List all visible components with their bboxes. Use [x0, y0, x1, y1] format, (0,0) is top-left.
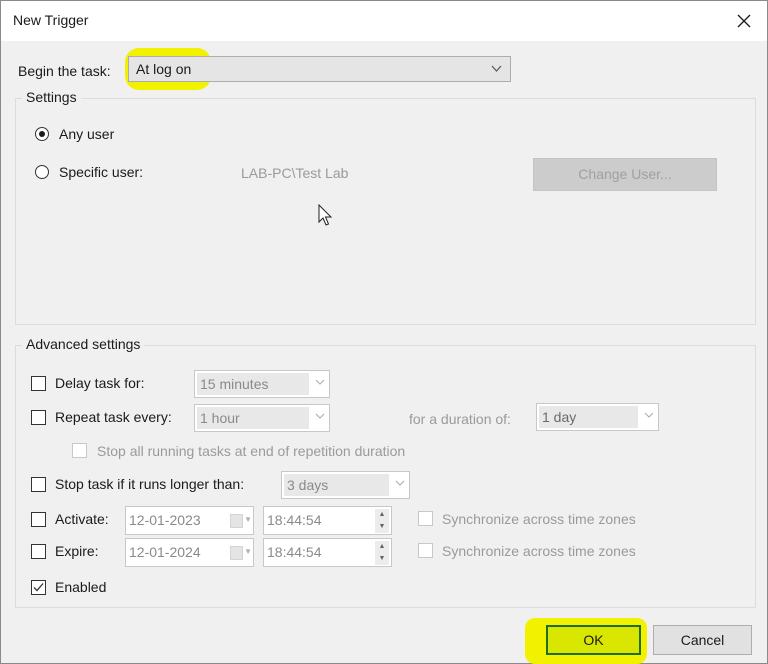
- chevron-down-icon: [315, 413, 325, 419]
- dropdown-arrow-icon: ▼: [244, 515, 252, 524]
- stop-all-tasks-label: Stop all running tasks at end of repetit…: [97, 443, 406, 459]
- activate-date-picker[interactable]: 12-01-2023 ▼: [125, 506, 254, 535]
- expire-time-field[interactable]: 18:44:54 ▲ ▼: [263, 538, 392, 567]
- chevron-down-icon: [491, 65, 502, 72]
- expire-date-picker[interactable]: 12-01-2024 ▼: [125, 538, 254, 567]
- delay-task-select[interactable]: 15 minutes: [194, 370, 330, 398]
- cancel-button[interactable]: Cancel: [653, 625, 752, 655]
- delay-task-value: 15 minutes: [197, 373, 309, 395]
- enabled-label: Enabled: [55, 579, 107, 595]
- expire-sync-checkbox[interactable]: [418, 543, 433, 558]
- activate-label: Activate:: [55, 511, 109, 527]
- advanced-settings-title: Advanced settings: [22, 336, 145, 352]
- chevron-down-icon: [315, 379, 325, 385]
- spin-down-icon[interactable]: ▼: [375, 553, 389, 565]
- user-value: LAB-PC\Test Lab: [241, 165, 349, 181]
- begin-task-value: At log on: [136, 61, 192, 77]
- dropdown-arrow-icon: ▼: [244, 547, 252, 556]
- spin-up-icon[interactable]: ▲: [375, 541, 389, 553]
- expire-checkbox[interactable]: [31, 544, 46, 559]
- calendar-icon: [230, 546, 243, 560]
- stop-task-longer-checkbox[interactable]: [31, 477, 46, 492]
- expire-date-value: 12-01-2024: [129, 544, 201, 560]
- spin-up-icon[interactable]: ▲: [375, 509, 389, 521]
- repeat-task-label: Repeat task every:: [55, 409, 172, 425]
- close-icon: [737, 14, 751, 28]
- expire-label: Expire:: [55, 543, 99, 559]
- new-trigger-dialog: New Trigger Begin the task: At log on Se…: [0, 0, 768, 664]
- activate-sync-checkbox[interactable]: [418, 511, 433, 526]
- chevron-down-icon: [644, 412, 654, 418]
- spin-down-icon[interactable]: ▼: [375, 521, 389, 533]
- mouse-cursor-icon: [318, 204, 333, 226]
- repeat-task-value: 1 hour: [197, 407, 309, 429]
- repeat-task-checkbox[interactable]: [31, 410, 46, 425]
- title-bar: New Trigger: [1, 1, 767, 41]
- calendar-icon: [230, 514, 243, 528]
- duration-value: 1 day: [539, 406, 638, 428]
- ok-button[interactable]: OK: [546, 625, 641, 655]
- enabled-checkbox[interactable]: [31, 580, 46, 595]
- checkmark-icon: [33, 583, 44, 592]
- stop-task-longer-label: Stop task if it runs longer than:: [55, 476, 245, 492]
- chevron-down-icon: [395, 480, 405, 486]
- stop-task-longer-value: 3 days: [284, 474, 389, 496]
- activate-date-value: 12-01-2023: [129, 512, 201, 528]
- delay-task-label: Delay task for:: [55, 375, 145, 391]
- dialog-title: New Trigger: [13, 12, 89, 28]
- activate-time-value: 18:44:54: [267, 512, 322, 528]
- settings-group-title: Settings: [22, 89, 81, 105]
- expire-sync-label: Synchronize across time zones: [442, 543, 636, 559]
- delay-task-checkbox[interactable]: [31, 376, 46, 391]
- begin-task-select[interactable]: At log on: [128, 56, 511, 82]
- specific-user-radio[interactable]: [35, 165, 49, 179]
- begin-task-label: Begin the task:: [18, 63, 111, 79]
- settings-group: [15, 98, 756, 325]
- repeat-task-select[interactable]: 1 hour: [194, 404, 330, 432]
- duration-select[interactable]: 1 day: [536, 403, 659, 431]
- stop-task-longer-select[interactable]: 3 days: [281, 471, 410, 499]
- duration-label: for a duration of:: [409, 411, 511, 427]
- close-button[interactable]: [721, 1, 767, 41]
- specific-user-label: Specific user:: [59, 164, 144, 180]
- change-user-button[interactable]: Change User...: [533, 158, 717, 191]
- stop-all-tasks-checkbox[interactable]: [72, 443, 87, 458]
- expire-time-value: 18:44:54: [267, 544, 322, 560]
- any-user-label: Any user: [59, 126, 115, 142]
- activate-checkbox[interactable]: [31, 512, 46, 527]
- activate-time-field[interactable]: 18:44:54 ▲ ▼: [263, 506, 392, 535]
- any-user-radio[interactable]: [35, 127, 49, 141]
- activate-sync-label: Synchronize across time zones: [442, 511, 636, 527]
